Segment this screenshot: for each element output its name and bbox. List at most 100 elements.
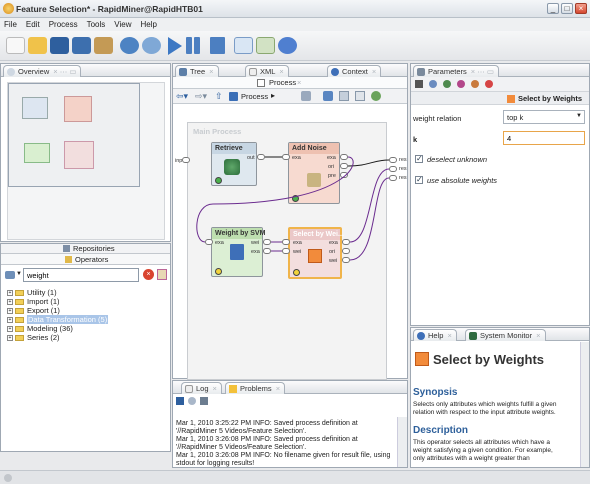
menu-process[interactable]: Process [49, 18, 78, 31]
close-button[interactable]: × [575, 3, 587, 14]
tab-system-monitor[interactable]: System Monitor × [465, 329, 546, 341]
operator-retrieve[interactable]: Retrieve [211, 142, 257, 186]
perspective-icon[interactable] [256, 37, 275, 54]
result-port-2[interactable] [389, 166, 397, 172]
weight-relation-select[interactable]: top k ▼ [503, 110, 585, 124]
open-folder-icon[interactable] [28, 37, 47, 54]
window-layout-icon[interactable] [234, 37, 253, 54]
tab-repositories[interactable]: Repositories [1, 244, 170, 254]
menu-tools[interactable]: Tools [87, 18, 106, 31]
breakpoint-icon[interactable] [457, 80, 465, 88]
help-title: Select by Weights [433, 352, 545, 367]
select-in-port-1[interactable] [282, 239, 290, 245]
quickfix-icon[interactable] [429, 80, 437, 88]
info-icon[interactable] [278, 37, 297, 54]
save-log-icon[interactable] [176, 397, 184, 405]
operators-panel: Repositories Operators ▼ × +Utility (1) … [0, 243, 171, 452]
tree-item-utility[interactable]: + Utility (1) [7, 289, 57, 297]
add-noise-out-port-3[interactable] [340, 172, 348, 178]
delete-icon[interactable] [485, 80, 493, 88]
retrieve-out-port[interactable] [257, 154, 265, 160]
result-port-1[interactable] [389, 157, 397, 163]
folder-icon [15, 317, 24, 324]
parameters-icon [417, 68, 425, 76]
process-toolbar: ⇦▾ ⇨▾ ⇧ Process ▸ [173, 89, 407, 104]
tab-overview[interactable]: Overview × ⋯ ▭ [3, 65, 82, 77]
log-scrollbar[interactable] [397, 417, 407, 467]
breadcrumb[interactable]: Process [241, 92, 268, 101]
enable-icon[interactable] [443, 80, 451, 88]
save-as-icon[interactable] [72, 37, 91, 54]
tab-parameters[interactable]: Parameters × ⋯ ▭ [413, 65, 499, 77]
add-noise-in-port[interactable] [282, 154, 290, 160]
add-noise-icon [307, 173, 321, 187]
status-ok-icon [215, 177, 222, 184]
tree-item-data-transformation[interactable]: + Data Transformation (5) [7, 315, 109, 324]
tab-xml[interactable]: XML × [245, 65, 289, 77]
menu-edit[interactable]: Edit [26, 18, 40, 31]
forward-arrow-icon[interactable]: ⇨▾ [195, 91, 207, 102]
up-arrow-icon[interactable]: ⇧ [215, 91, 223, 102]
svm-out-port-1[interactable] [263, 239, 271, 245]
use-absolute-weights-checkbox[interactable]: ✓ [415, 175, 423, 184]
svm-out-port-2[interactable] [263, 248, 271, 254]
pause-icon[interactable] [186, 37, 192, 54]
print-icon[interactable] [94, 37, 113, 54]
back-arrow-icon[interactable]: ⇦▾ [176, 91, 188, 102]
new-file-icon[interactable] [6, 37, 25, 54]
overview-map[interactable] [7, 82, 165, 240]
add-noise-out-port-2[interactable] [340, 163, 348, 169]
svm-in-port[interactable] [205, 239, 213, 245]
menu-file[interactable]: File [4, 18, 17, 31]
tree-item-export[interactable]: + Export (1) [7, 307, 60, 315]
maximize-button[interactable]: □ [561, 3, 573, 14]
undo-icon[interactable] [120, 37, 139, 54]
deselect-unknown-checkbox[interactable]: ✓ [415, 154, 423, 163]
synopsis-heading: Synopsis [413, 387, 458, 398]
process-input-port[interactable] [182, 157, 190, 163]
select-out-port-2[interactable] [342, 248, 350, 254]
auto-wire-icon[interactable] [301, 91, 311, 101]
menu-help[interactable]: Help [140, 18, 156, 31]
minimize-button[interactable]: _ [547, 3, 559, 14]
add-breakpoint-icon[interactable] [371, 91, 381, 101]
rename-icon[interactable] [471, 80, 479, 88]
zoom-icon[interactable] [355, 91, 365, 101]
help-scrollbar[interactable] [580, 342, 589, 467]
arrange-icon[interactable] [323, 91, 333, 101]
tree-item-series[interactable]: + Series (2) [7, 334, 60, 342]
operator-search-input[interactable] [23, 268, 139, 282]
stop-icon[interactable] [210, 37, 225, 54]
title-bar: Feature Selection* - RapidMiner@RapidHTB… [0, 0, 590, 18]
tree-item-modeling[interactable]: + Modeling (36) [7, 325, 73, 333]
select-out-port-1[interactable] [342, 239, 350, 245]
redo-icon[interactable] [142, 37, 161, 54]
add-noise-out-port-1[interactable] [340, 154, 348, 160]
context-icon [331, 68, 339, 76]
run-icon[interactable] [168, 37, 182, 55]
tab-log[interactable]: Log × [181, 382, 222, 394]
weight-icon [230, 244, 244, 260]
select-in-port-2[interactable] [282, 248, 290, 254]
tab-help[interactable]: Help × [413, 329, 457, 341]
clear-log-icon[interactable] [188, 397, 196, 405]
select-out-port-3[interactable] [342, 257, 350, 263]
result-port-3[interactable] [389, 175, 397, 181]
menu-view[interactable]: View [114, 18, 131, 31]
search-log-icon[interactable] [200, 397, 208, 405]
filter-icon[interactable] [5, 271, 15, 279]
grid-icon[interactable] [339, 91, 349, 101]
tab-process[interactable]: Process × [173, 77, 407, 89]
status-warning-icon [215, 268, 222, 275]
filter-dropdown-icon[interactable]: ▼ [16, 271, 22, 277]
expand-tree-icon[interactable] [157, 269, 167, 280]
tree-item-import[interactable]: + Import (1) [7, 298, 60, 306]
expert-mode-icon[interactable] [415, 80, 423, 88]
tab-problems[interactable]: Problems × [225, 382, 286, 394]
tab-tree[interactable]: Tree × [175, 65, 219, 77]
tab-context[interactable]: Context × [327, 65, 382, 77]
k-input[interactable] [503, 131, 585, 145]
tab-operators[interactable]: Operators [1, 254, 170, 265]
clear-search-icon[interactable]: × [143, 269, 154, 280]
save-icon[interactable] [50, 37, 69, 54]
